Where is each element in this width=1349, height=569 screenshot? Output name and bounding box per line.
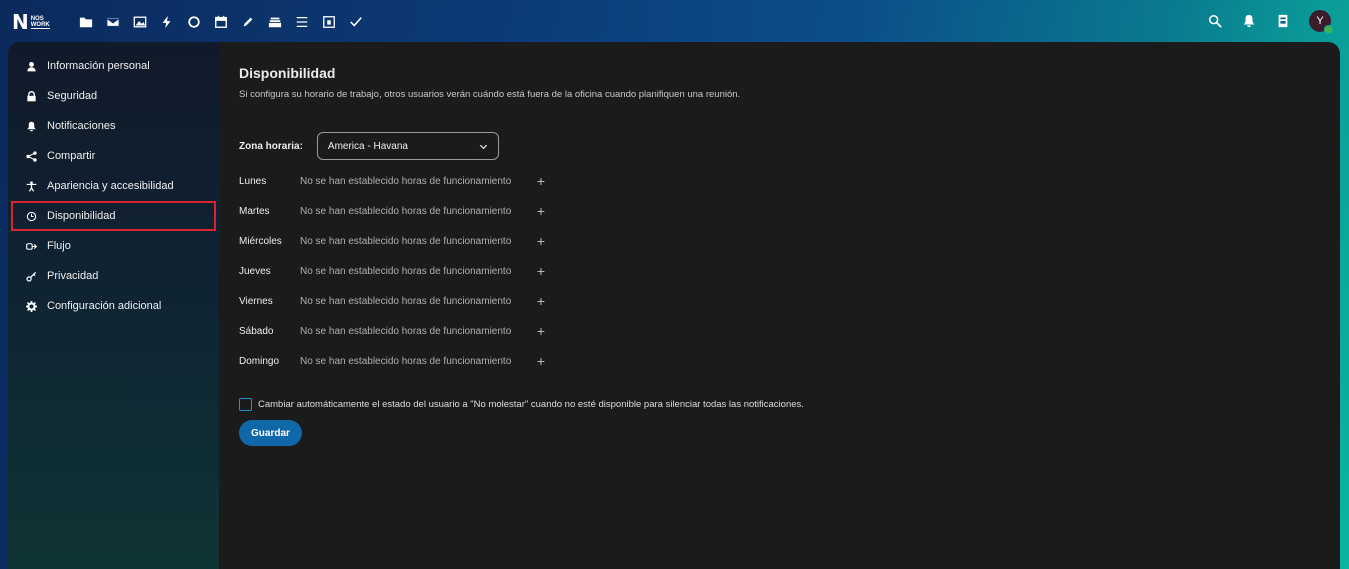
sidebar-item-flujo[interactable]: Flujo — [8, 231, 219, 261]
notes-icon[interactable] — [234, 13, 261, 31]
sidebar-item-privacidad[interactable]: Privacidad — [8, 261, 219, 291]
sidebar-item-label: Información personal — [47, 60, 150, 72]
day-name: Miércoles — [239, 235, 282, 247]
share-icon — [26, 150, 37, 162]
content-frame: Información personal Seguridad Notificac… — [8, 42, 1340, 569]
avatar[interactable]: Y — [1309, 10, 1333, 34]
sidebar-item-label: Notificaciones — [47, 120, 116, 132]
save-button[interactable]: Guardar — [239, 420, 302, 446]
add-slot-button[interactable]: + — [532, 202, 550, 220]
logo-letter: N — [12, 10, 29, 34]
day-row: Domingo No se han establecido horas de f… — [239, 346, 550, 376]
top-bar: N NOS WORK Y — [0, 0, 1349, 42]
clock-icon — [26, 211, 37, 222]
timezone-label: Zona horaria: — [239, 140, 303, 152]
brand-logo[interactable]: N NOS WORK — [12, 12, 50, 32]
user-icon — [26, 61, 37, 72]
day-status: No se han establecido horas de funcionam… — [300, 175, 512, 187]
bell-icon[interactable] — [1237, 10, 1261, 32]
app-menu — [72, 13, 369, 31]
add-slot-button[interactable]: + — [532, 232, 550, 250]
sidebar-item-compartir[interactable]: Compartir — [8, 141, 219, 171]
calendar-icon[interactable] — [207, 13, 234, 31]
day-status: No se han establecido horas de funcionam… — [300, 205, 512, 217]
key-icon — [26, 271, 37, 282]
day-status: No se han establecido horas de funcionam… — [300, 295, 512, 307]
day-name: Domingo — [239, 355, 280, 367]
day-row: Miércoles No se han establecido horas de… — [239, 226, 550, 256]
chevron-down-icon — [479, 144, 488, 149]
timezone-value: America - Havana — [327, 140, 408, 152]
day-name: Martes — [239, 205, 270, 217]
settings-sidebar: Información personal Seguridad Notificac… — [8, 42, 219, 569]
accessibility-icon — [26, 180, 37, 192]
add-slot-button[interactable]: + — [532, 262, 550, 280]
dnd-checkbox[interactable] — [239, 398, 252, 411]
add-slot-button[interactable]: + — [532, 322, 550, 340]
sidebar-item-label: Disponibilidad — [47, 210, 116, 222]
day-name: Lunes — [239, 175, 267, 187]
files-icon[interactable] — [72, 13, 99, 31]
sidebar-item-label: Seguridad — [47, 90, 98, 102]
page-description: Si configura su horario de trabajo, otro… — [239, 89, 741, 100]
day-row: Sábado No se han establecido horas de fu… — [239, 316, 550, 346]
checkmark-icon[interactable] — [342, 13, 369, 31]
day-name: Sábado — [239, 325, 274, 337]
timezone-select[interactable]: America - Havana — [316, 132, 499, 160]
lock-icon — [26, 90, 37, 102]
weekday-list: Lunes No se han establecido horas de fun… — [239, 166, 550, 376]
day-status: No se han establecido horas de funcionam… — [300, 325, 512, 337]
day-row: Viernes No se han establecido horas de f… — [239, 286, 550, 316]
dnd-label: Cambiar automáticamente el estado del us… — [258, 399, 804, 410]
gear-icon — [26, 300, 37, 312]
day-row: Lunes No se han establecido horas de fun… — [239, 166, 550, 196]
sidebar-item-informacion-personal[interactable]: Información personal — [8, 51, 219, 81]
availability-panel: Disponibilidad Si configura su horario d… — [219, 42, 1340, 569]
day-row: Jueves No se han establecido horas de fu… — [239, 256, 550, 286]
logo-line2: WORK — [30, 21, 50, 29]
sidebar-item-label: Apariencia y accesibilidad — [47, 180, 174, 192]
sidebar-item-label: Compartir — [47, 150, 96, 162]
contacts-icon[interactable] — [315, 13, 342, 31]
dnd-option: Cambiar automáticamente el estado del us… — [239, 398, 804, 411]
photos-icon[interactable] — [126, 13, 153, 31]
mail-icon[interactable] — [99, 13, 126, 31]
timezone-row: Zona horaria: America - Havana — [239, 132, 499, 160]
avatar-letter: Y — [1316, 15, 1324, 27]
search-icon[interactable] — [1203, 10, 1227, 32]
sidebar-item-disponibilidad[interactable]: Disponibilidad — [11, 201, 216, 231]
day-name: Jueves — [239, 265, 271, 277]
add-slot-button[interactable]: + — [532, 292, 550, 310]
sidebar-item-label: Privacidad — [47, 270, 99, 282]
bell-icon — [26, 121, 37, 132]
sidebar-item-label: Flujo — [47, 240, 71, 252]
talk-icon[interactable] — [180, 13, 207, 31]
sidebar-item-notificaciones[interactable]: Notificaciones — [8, 111, 219, 141]
day-name: Viernes — [239, 295, 273, 307]
sidebar-item-configuracion-adicional[interactable]: Configuración adicional — [8, 291, 219, 321]
contacts-menu-icon[interactable] — [1271, 10, 1295, 32]
sidebar-item-label: Configuración adicional — [47, 300, 162, 312]
flow-icon — [26, 241, 37, 252]
day-row: Martes No se han establecido horas de fu… — [239, 196, 550, 226]
activity-icon[interactable] — [153, 13, 180, 31]
status-dot — [1324, 25, 1333, 34]
add-slot-button[interactable]: + — [532, 172, 550, 190]
sidebar-item-apariencia[interactable]: Apariencia y accesibilidad — [8, 171, 219, 201]
day-status: No se han establecido horas de funcionam… — [300, 355, 512, 367]
deck-icon[interactable] — [261, 13, 288, 31]
tasks-icon[interactable] — [288, 13, 315, 31]
day-status: No se han establecido horas de funcionam… — [300, 265, 512, 277]
day-status: No se han establecido horas de funcionam… — [300, 235, 512, 247]
sidebar-item-seguridad[interactable]: Seguridad — [8, 81, 219, 111]
add-slot-button[interactable]: + — [532, 352, 550, 370]
page-title: Disponibilidad — [239, 65, 336, 81]
